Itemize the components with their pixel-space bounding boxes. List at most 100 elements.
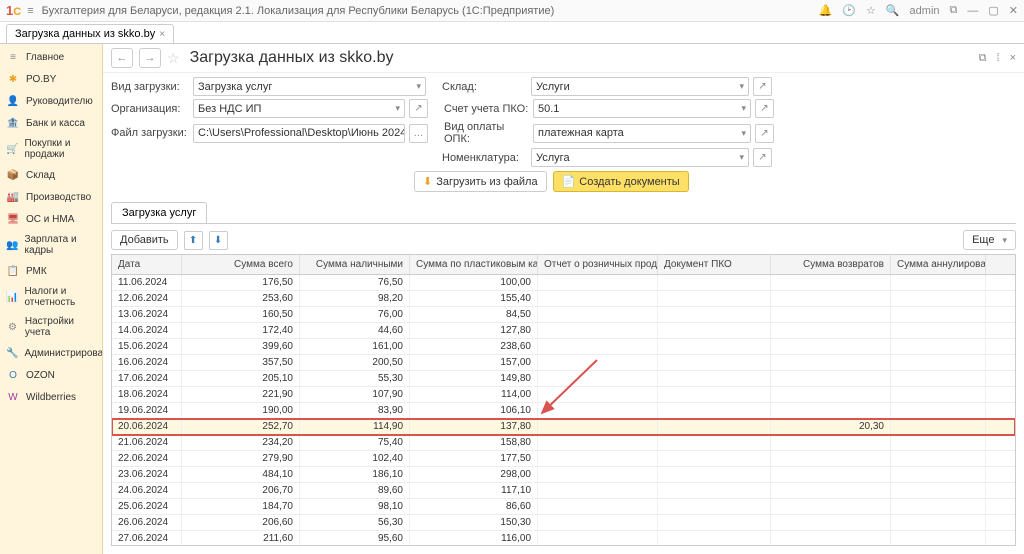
table-cell: 75,40	[300, 435, 410, 450]
favorite-icon[interactable]: ☆	[167, 50, 180, 67]
table-cell	[771, 323, 891, 338]
sidebar-item[interactable]: OOZON	[0, 364, 102, 386]
page-close-icon[interactable]: ×	[1010, 52, 1016, 64]
table-cell: 15.06.2024	[112, 339, 182, 354]
table-cell	[771, 451, 891, 466]
sidebar-icon: 🛒	[6, 142, 18, 156]
opk-type-select[interactable]: платежная карта▾	[533, 124, 751, 143]
table-row[interactable]: 13.06.2024160,5076,0084,50	[112, 307, 1015, 323]
star-icon[interactable]: ☆	[866, 4, 876, 17]
th-report[interactable]: Отчет о розничных продажах	[538, 255, 658, 274]
table-cell	[538, 291, 658, 306]
table-body[interactable]: 11.06.2024176,5076,50100,0012.06.2024253…	[112, 275, 1015, 545]
table-cell	[538, 483, 658, 498]
table-row[interactable]: 21.06.2024234,2075,40158,80	[112, 435, 1015, 451]
nav-forward-button[interactable]: →	[139, 48, 161, 68]
file-browse-button[interactable]: …	[409, 124, 428, 143]
table-cell	[538, 435, 658, 450]
nav-back-button[interactable]: ←	[111, 48, 133, 68]
sidebar-item[interactable]: 👥Зарплата и кадры	[0, 230, 102, 260]
org-open-button[interactable]: ↗	[409, 99, 428, 118]
file-input[interactable]: C:\Users\Professional\Desktop\Июнь 2024.…	[193, 124, 405, 143]
table-row[interactable]: 24.06.2024206,7089,60117,10	[112, 483, 1015, 499]
tab-load-skko[interactable]: Загрузка данных из skko.by ×	[6, 24, 174, 43]
move-down-button[interactable]: ⬇	[209, 231, 228, 250]
sidebar: ≡Главное✱РО.BY👤Руководителю🏦Банк и касса…	[0, 44, 103, 554]
table-row[interactable]: 25.06.2024184,7098,1086,60	[112, 499, 1015, 515]
table-cell	[771, 467, 891, 482]
dropdown-icon[interactable]: ⧉	[950, 4, 958, 17]
table-row[interactable]: 20.06.2024252,70114,90137,8020,30	[112, 419, 1015, 435]
table-row[interactable]: 12.06.2024253,6098,20155,40	[112, 291, 1015, 307]
pko-account-select[interactable]: 50.1▾	[533, 99, 751, 118]
nomenclature-open-button[interactable]: ↗	[753, 148, 772, 167]
tab-bar: Загрузка данных из skko.by ×	[0, 22, 1024, 44]
history-icon[interactable]: 🕑	[842, 4, 856, 17]
table-cell	[538, 419, 658, 434]
nomenclature-select[interactable]: Услуга▾	[531, 148, 749, 167]
sidebar-item[interactable]: 🛒Покупки и продажи	[0, 134, 102, 164]
table-cell: 20.06.2024	[112, 419, 182, 434]
table-cell	[538, 323, 658, 338]
table-cell	[538, 451, 658, 466]
table-row[interactable]: 11.06.2024176,5076,50100,00	[112, 275, 1015, 291]
table-row[interactable]: 17.06.2024205,1055,30149,80	[112, 371, 1015, 387]
table-cell: 150,30	[410, 515, 538, 530]
user-label[interactable]: admin	[910, 5, 940, 17]
sidebar-item[interactable]: ≡Главное	[0, 46, 102, 68]
table-row[interactable]: 22.06.2024279,90102,40177,50	[112, 451, 1015, 467]
minimize-icon[interactable]: —	[967, 5, 978, 17]
tab-close-icon[interactable]: ×	[159, 29, 165, 40]
sidebar-item[interactable]: 🏦Банк и касса	[0, 112, 102, 134]
tab-label: Загрузка данных из skko.by	[15, 28, 155, 40]
th-returns[interactable]: Сумма возвратов	[771, 255, 891, 274]
pko-account-open-button[interactable]: ↗	[755, 99, 774, 118]
data-tab-services[interactable]: Загрузка услуг	[111, 202, 207, 223]
table-row[interactable]: 14.06.2024172,4044,60127,80	[112, 323, 1015, 339]
load-type-select[interactable]: Загрузка услуг▾	[193, 77, 426, 96]
table-row[interactable]: 18.06.2024221,90107,90114,00	[112, 387, 1015, 403]
table-cell	[538, 339, 658, 354]
page-open-icon[interactable]: ⧉	[979, 52, 987, 65]
table-row[interactable]: 26.06.2024206,6056,30150,30	[112, 515, 1015, 531]
th-date[interactable]: Дата	[112, 255, 182, 274]
sidebar-item[interactable]: ✱РО.BY	[0, 68, 102, 90]
sidebar-item[interactable]: WWildberries	[0, 386, 102, 408]
th-annul[interactable]: Сумма аннулирований	[891, 255, 986, 274]
opk-open-button[interactable]: ↗	[755, 124, 774, 143]
sidebar-item[interactable]: 📦Склад	[0, 164, 102, 186]
close-icon[interactable]: ✕	[1009, 4, 1018, 17]
table-row[interactable]: 23.06.2024484,10186,10298,00	[112, 467, 1015, 483]
load-from-file-button[interactable]: ⬇ Загрузить из файла	[414, 171, 547, 192]
table-row[interactable]: 15.06.2024399,60161,00238,60	[112, 339, 1015, 355]
page-settings-icon[interactable]: ⁞	[997, 52, 1000, 64]
sidebar-item[interactable]: 🏭Производство	[0, 186, 102, 208]
table-row[interactable]: 16.06.2024357,50200,50157,00	[112, 355, 1015, 371]
sidebar-item[interactable]: 📊Налоги и отчетность	[0, 282, 102, 312]
move-up-button[interactable]: ⬆	[184, 231, 203, 250]
chevron-down-icon: ▾	[416, 81, 421, 92]
org-select[interactable]: Без НДС ИП▾	[193, 99, 405, 118]
sidebar-label: Зарплата и кадры	[24, 234, 96, 256]
warehouse-open-button[interactable]: ↗	[753, 77, 772, 96]
th-card[interactable]: Сумма по пластиковым картам	[410, 255, 538, 274]
create-docs-button[interactable]: 📄 Создать документы	[553, 171, 689, 192]
table-row[interactable]: 19.06.2024190,0083,90106,10	[112, 403, 1015, 419]
search-icon[interactable]: 🔍	[886, 4, 900, 17]
sidebar-item[interactable]: 🖥ОС и НМА	[0, 208, 102, 230]
th-total[interactable]: Сумма всего	[182, 255, 300, 274]
bell-icon[interactable]: 🔔	[819, 4, 833, 17]
hamburger-icon[interactable]: ≡	[27, 5, 33, 17]
warehouse-select[interactable]: Услуги▾	[531, 77, 749, 96]
sidebar-item[interactable]: 📋РМК	[0, 260, 102, 282]
more-button[interactable]: Еще ▾	[963, 230, 1016, 250]
add-button[interactable]: Добавить	[111, 230, 178, 250]
maximize-icon[interactable]: ▢	[988, 4, 998, 17]
sidebar-icon: 🏭	[6, 190, 20, 204]
sidebar-item[interactable]: 👤Руководителю	[0, 90, 102, 112]
table-row[interactable]: 27.06.2024211,6095,60116,00	[112, 531, 1015, 545]
sidebar-item[interactable]: 🔧Администрирование	[0, 342, 102, 364]
th-pko[interactable]: Документ ПКО	[658, 255, 771, 274]
th-cash[interactable]: Сумма наличными	[300, 255, 410, 274]
sidebar-item[interactable]: ⚙Настройки учета	[0, 312, 102, 342]
